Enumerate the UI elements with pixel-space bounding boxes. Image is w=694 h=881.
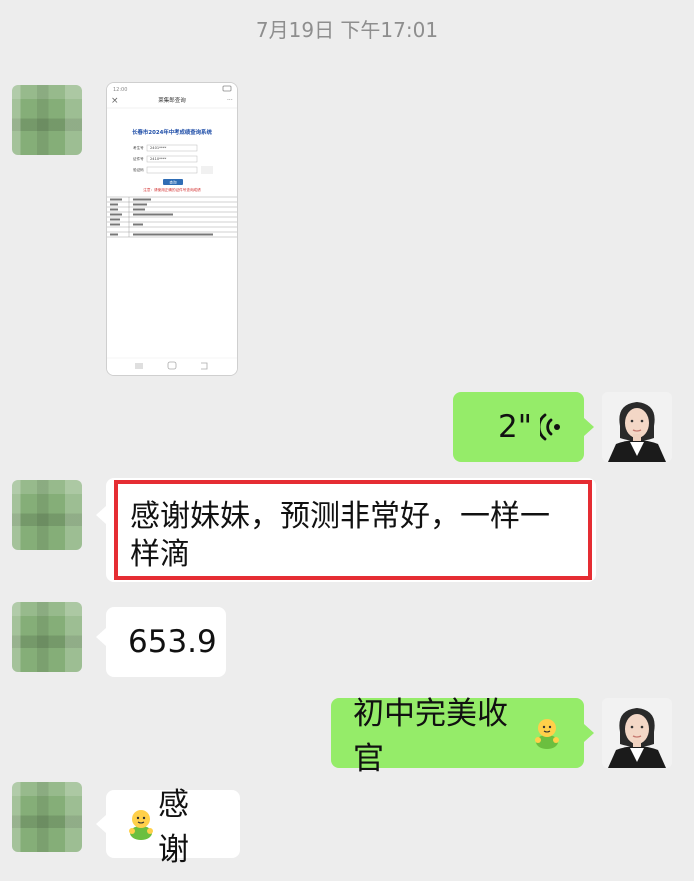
message-text-score: 653.9 <box>128 624 217 660</box>
svg-text:查询: 查询 <box>169 179 177 184</box>
voice-message-bubble[interactable]: 2" <box>453 392 584 462</box>
highlight-box: 感谢妹妹，预测非常好，一样一样滴 <box>114 480 592 580</box>
screenshot-label-3: 验证码 <box>133 167 144 172</box>
contact-avatar[interactable] <box>12 85 82 155</box>
bubble-tail <box>584 418 594 436</box>
bubble-tail <box>96 506 106 524</box>
my-avatar[interactable] <box>602 392 672 462</box>
person-photo <box>602 392 672 462</box>
screenshot-close-icon: × <box>111 96 119 106</box>
contact-avatar[interactable] <box>12 480 82 550</box>
screenshot-label-2: 证件号 <box>133 156 144 161</box>
screenshot-label-1: 考生号 <box>133 145 144 150</box>
voice-duration: 2" <box>498 409 532 445</box>
svg-text:2401****: 2401**** <box>150 146 167 150</box>
contact-avatar[interactable] <box>12 602 82 672</box>
text-message-bubble[interactable]: 感谢妹妹，预测非常好，一样一样滴 <box>106 478 596 582</box>
message-timestamp: 7月19日 下午17:01 <box>255 18 439 42</box>
text-message-bubble[interactable]: 653.9 <box>106 607 226 677</box>
svg-text:2410****: 2410**** <box>150 157 167 161</box>
tuzi-emoji-icon <box>126 808 156 840</box>
message-text-thanks-short: 感谢 <box>158 787 189 868</box>
screenshot-header-title: 莱集郎查询 <box>158 96 186 104</box>
contact-avatar[interactable] <box>12 782 82 852</box>
bubble-tail <box>96 628 106 646</box>
svg-text:···: ··· <box>227 97 233 104</box>
text-message-bubble[interactable]: 感谢 <box>106 787 240 868</box>
message-text-thanks: 感谢妹妹，预测非常好，一样一样滴 <box>130 499 550 572</box>
svg-text:12:00: 12:00 <box>113 87 127 93</box>
screenshot-notice: 注意：请使用正确的证件号查询成绩 <box>143 187 201 192</box>
tuzi-emoji-icon <box>532 717 562 749</box>
person-photo <box>602 698 672 768</box>
image-message-screenshot[interactable]: 12:00 × 莱集郎查询 ··· 长春市2024年中考成绩查询系统 考生号 2… <box>106 82 238 376</box>
my-avatar[interactable] <box>602 698 672 768</box>
text-message-bubble[interactable]: 初中完美收官 <box>331 696 584 777</box>
bubble-tail <box>584 724 594 742</box>
screenshot-content: 12:00 × 莱集郎查询 ··· 长春市2024年中考成绩查询系统 考生号 2… <box>107 83 237 375</box>
screenshot-page-title: 长春市2024年中考成绩查询系统 <box>132 128 212 136</box>
voice-wave-icon <box>540 413 560 441</box>
bubble-tail <box>96 815 106 833</box>
message-text-junior-high: 初中完美收官 <box>353 696 508 777</box>
